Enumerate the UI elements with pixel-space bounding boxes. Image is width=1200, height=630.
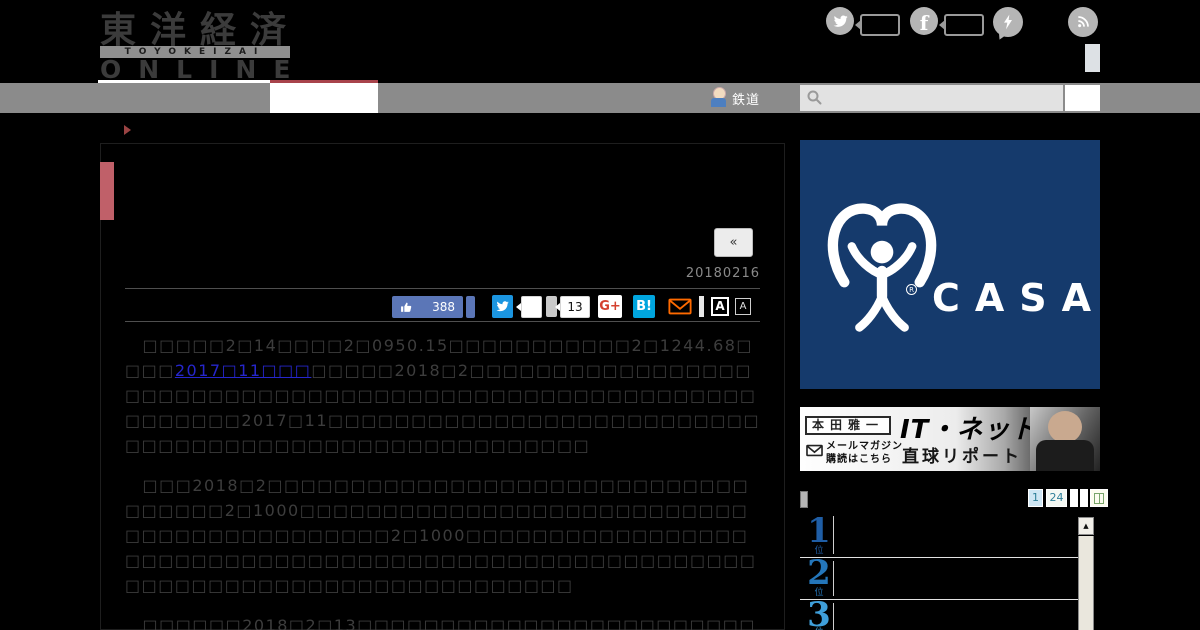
banner-author-name: 本田雅一: [805, 416, 892, 435]
lightning-icon: [1004, 14, 1012, 30]
rank-2-number: 2: [807, 553, 831, 593]
ranking-tab-24hour[interactable]: 24: [1046, 489, 1067, 507]
ranking-scrollbar[interactable]: [1078, 536, 1094, 630]
article-date: 20180216: [685, 266, 760, 281]
ranking-tab-month[interactable]: [1080, 489, 1088, 507]
nav-active-tab[interactable]: [270, 80, 378, 113]
rank-1-number: 1: [807, 511, 831, 551]
rss-icon[interactable]: [1068, 7, 1098, 37]
ranking-tab-likes[interactable]: [1090, 489, 1108, 507]
hatena-bookmark-button[interactable]: B!: [633, 295, 655, 318]
ranking-scroll-up-button[interactable]: ▲: [1078, 517, 1094, 535]
rank-3-number: 3: [807, 595, 831, 630]
inline-article-link[interactable]: 2017□11□□□: [175, 361, 312, 380]
facebook-like-button[interactable]: 388: [392, 296, 463, 318]
paragraph-2: □□□2018□2□□□□□□□□□□□□□□□□□□□□□□□□□□□□□□□…: [125, 476, 757, 595]
facebook-count-bubble[interactable]: [944, 14, 984, 36]
breadcrumb-arrow-icon: [124, 125, 131, 135]
rank-divider-h1: [800, 557, 1078, 558]
ranking-tab-1hour[interactable]: 1: [1028, 489, 1043, 507]
twitter-count-bubble[interactable]: [860, 14, 900, 36]
divider-top: [125, 288, 760, 289]
twitter-icon[interactable]: [826, 7, 854, 35]
rss-waves-icon: [1078, 16, 1089, 28]
ranking-header-block: [800, 491, 808, 508]
search-box[interactable]: [800, 85, 1063, 111]
font-size-small-button[interactable]: A: [735, 298, 751, 315]
facebook-share-button[interactable]: [466, 296, 475, 318]
casa-brand-text: CASA: [932, 276, 1107, 320]
grid-icon: [1094, 492, 1104, 504]
font-size-large-button[interactable]: A: [711, 297, 729, 316]
envelope-icon: [668, 298, 692, 315]
photo-head: [1048, 411, 1082, 443]
rank-divider-v3: [833, 603, 834, 630]
tweet-button[interactable]: [492, 295, 513, 318]
title-accent-bar: [100, 162, 114, 220]
category-label: 鉄道: [732, 92, 761, 108]
mail-share-button[interactable]: [666, 295, 694, 318]
googleplus-share-button[interactable]: G+: [598, 295, 622, 318]
divider-bottom: [125, 321, 760, 322]
bookmark-count-bubble[interactable]: 13: [560, 296, 590, 318]
banner-title: IT・ネット: [900, 415, 1038, 445]
newsletter-envelope-icon: [806, 444, 823, 457]
ranking-item-3[interactable]: [800, 600, 1078, 630]
twitter-bird-icon: [496, 301, 509, 312]
rank-divider-h2: [800, 599, 1078, 600]
banner-subtitle: 直球リポート: [902, 447, 1022, 467]
share-separator: [699, 296, 704, 317]
ranking-item-1[interactable]: [800, 513, 1078, 557]
search-icon: [807, 90, 822, 105]
rank-divider-v1: [833, 516, 834, 554]
ranking-tab-week[interactable]: [1070, 489, 1078, 507]
page: 東洋経済 TOYOKEIZAI ONLINE f 鉄道 « 20180216 3…: [0, 0, 1200, 630]
photo-body: [1036, 440, 1094, 471]
like-count: 388: [432, 300, 455, 314]
newsletter-subscribe-text: メールマガジン 購読はこちら: [826, 440, 903, 466]
search-submit-button[interactable]: [1065, 85, 1100, 111]
tweet-count-bubble[interactable]: [521, 296, 542, 318]
newsletter-line-1: メールマガジン: [826, 441, 903, 452]
facebook-icon[interactable]: f: [910, 7, 938, 35]
header-placeholder-block: [1085, 44, 1100, 72]
article-body: □□□□□2□14□□□□2□0950.15□□□□□□□□□□□2□1244.…: [125, 333, 761, 630]
thumbs-up-icon: [401, 302, 412, 312]
twitter-bird-icon: [833, 14, 848, 27]
ranking-item-2[interactable]: [800, 558, 1078, 599]
back-button[interactable]: «: [714, 228, 753, 257]
category-avatar-icon: [710, 87, 727, 109]
rank-divider-v2: [833, 561, 834, 596]
paragraph-3: □□□□□□2018□2□13□□□□□□□□□□□□□□□□□□□□□□□□□…: [142, 616, 757, 630]
paragraph-1: □□□□□2□14□□□□2□0950.15□□□□□□□□□□□2□1244.…: [125, 333, 761, 458]
banner-author-photo: [1030, 407, 1100, 471]
casa-person-heart-icon: [827, 203, 937, 332]
search-input[interactable]: [826, 87, 1060, 109]
category-badge[interactable]: 鉄道: [710, 87, 760, 109]
newsletter-line-2: 購読はこちら: [826, 454, 892, 465]
registered-mark: R: [906, 284, 917, 295]
facebook-f-glyph: f: [919, 11, 929, 35]
